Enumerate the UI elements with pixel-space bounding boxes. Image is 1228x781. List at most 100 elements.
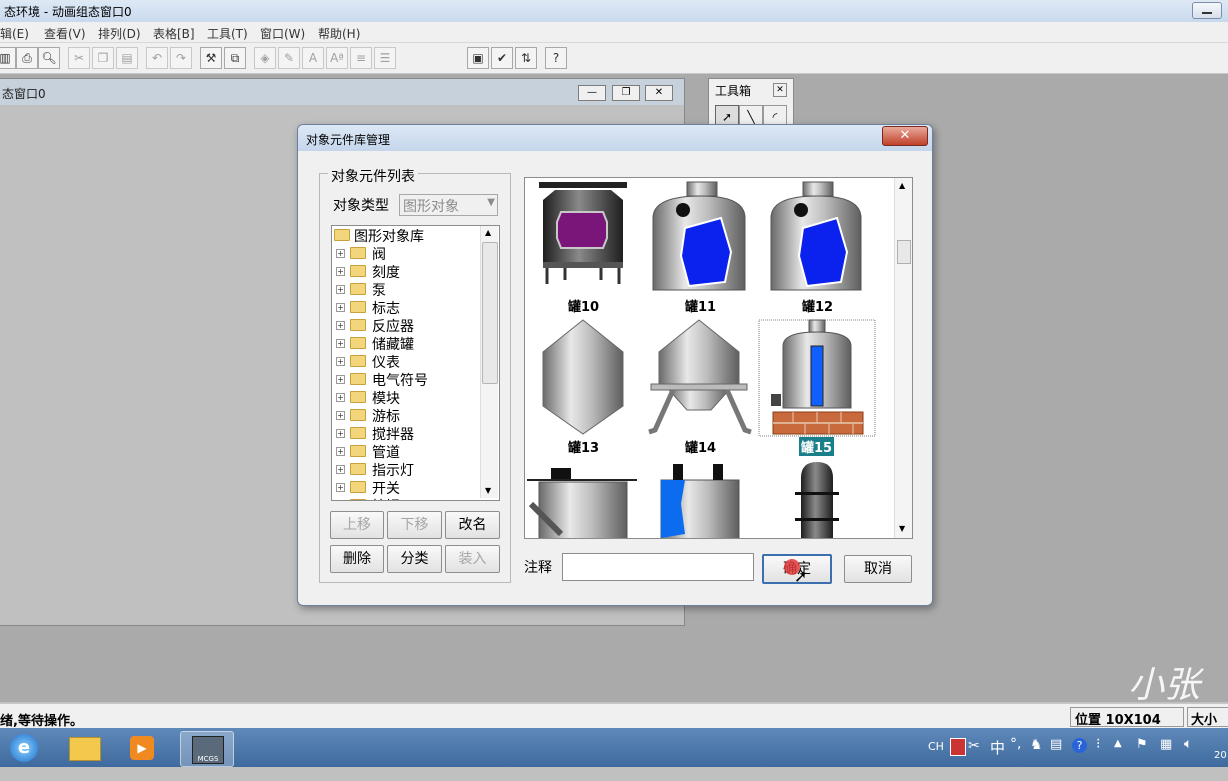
sort-icon[interactable]: ⇅ xyxy=(515,47,537,69)
minimize-button[interactable] xyxy=(1192,2,1222,19)
expand-icon[interactable]: + xyxy=(336,429,345,438)
tree-scroll-thumb[interactable] xyxy=(482,242,498,384)
tree-item[interactable]: + 管道 xyxy=(332,442,482,461)
ime-help-icon[interactable]: ? xyxy=(1072,738,1087,753)
line-style-icon[interactable]: ≡ xyxy=(350,47,372,69)
fill-icon[interactable]: ◈ xyxy=(254,47,276,69)
tree-item[interactable]: + 电气符号 xyxy=(332,370,482,389)
scroll-down-icon[interactable]: ▼ xyxy=(485,486,491,495)
expand-icon[interactable]: + xyxy=(336,483,345,492)
line-width-icon[interactable]: ☰ xyxy=(374,47,396,69)
cut-icon[interactable]: ✂ xyxy=(68,47,90,69)
object-type-select[interactable]: 图形对象 ▼ xyxy=(399,194,498,216)
copy-icon[interactable]: ❐ xyxy=(92,47,114,69)
tank10-icon[interactable] xyxy=(539,182,627,284)
ime-settings-icon[interactable]: ✂ xyxy=(968,738,980,754)
tree-item[interactable]: + 泵 xyxy=(332,280,482,299)
help-icon[interactable]: ? xyxy=(545,47,567,69)
scroll-down-icon[interactable]: ▼ xyxy=(899,524,905,533)
tank14-icon[interactable] xyxy=(648,319,752,435)
scroll-up-icon[interactable]: ▲ xyxy=(485,228,491,237)
window-icon[interactable]: ⧉ xyxy=(224,47,246,69)
punctuation-icon[interactable]: °, xyxy=(1010,736,1021,752)
expand-icon[interactable]: + xyxy=(336,321,345,330)
network-icon[interactable]: ▦ xyxy=(1160,737,1172,752)
tree-item[interactable]: + 仪表 xyxy=(332,352,482,371)
expand-icon[interactable]: + xyxy=(336,285,345,294)
paste-icon[interactable]: ▤ xyxy=(116,47,138,69)
classify-button[interactable]: 分类 xyxy=(387,545,442,573)
tank16-icon[interactable] xyxy=(527,468,637,538)
menu-window[interactable]: 窗口(W) xyxy=(260,25,305,42)
print-preview-icon[interactable]: 🔍︎ xyxy=(38,47,60,69)
print-icon[interactable]: ⎙ xyxy=(16,47,38,69)
clock[interactable]: 20 xyxy=(1214,750,1227,761)
tree-item[interactable]: + 储藏罐 xyxy=(332,334,482,353)
expand-icon[interactable]: + xyxy=(336,375,345,384)
tree-item[interactable]: + 刻度 xyxy=(332,262,482,281)
expand-icon[interactable]: + xyxy=(336,249,345,258)
dialog-close-button[interactable]: ✕ xyxy=(882,126,928,146)
mcgs-taskbar-button[interactable]: MCGS xyxy=(180,731,234,767)
language-indicator[interactable]: CH xyxy=(928,740,944,753)
tank15-icon[interactable] xyxy=(758,319,876,437)
tank11-icon[interactable] xyxy=(652,181,746,291)
properties-icon[interactable]: ▣ xyxy=(467,47,489,69)
softkbd-icon[interactable]: ▤ xyxy=(1050,737,1062,752)
library-tree[interactable]: 图形对象库 + 阀 + 刻度 + 泵 + 标志 + 反应器 + 储藏罐 + 仪表 + 电气符号 … xyxy=(331,225,500,501)
child-close-button[interactable]: ✕ xyxy=(645,85,673,101)
tree-item[interactable]: + 指示灯 xyxy=(332,460,482,479)
font-icon[interactable]: Aª xyxy=(326,47,348,69)
tree-item[interactable]: + 搅拌器 xyxy=(332,424,482,443)
tree-item[interactable]: + 开关 xyxy=(332,478,482,497)
tree-item[interactable]: + 阀 xyxy=(332,244,482,263)
expand-icon[interactable]: + xyxy=(336,267,345,276)
gallery-scrollbar[interactable]: ▲ ▼ xyxy=(894,178,912,538)
menu-edit[interactable]: 辑(E) xyxy=(0,25,29,42)
tank18-icon[interactable] xyxy=(795,462,839,538)
expand-icon[interactable]: + xyxy=(336,303,345,312)
undo-icon[interactable]: ↶ xyxy=(146,47,168,69)
expand-icon[interactable]: + xyxy=(336,447,345,456)
move-up-button[interactable]: 上移 xyxy=(330,511,384,539)
object-gallery[interactable]: 罐10 罐11 罐12 罐13 罐14 罐15 ▲ ▼ xyxy=(524,177,913,539)
menu-table[interactable]: 表格[B] xyxy=(153,25,195,42)
tree-item[interactable]: + 反应器 xyxy=(332,316,482,335)
tank13-icon[interactable] xyxy=(542,319,624,435)
open-icon[interactable]: ▥ xyxy=(0,47,16,69)
check-icon[interactable]: ✔ xyxy=(491,47,513,69)
explorer-taskbar-button[interactable] xyxy=(57,731,109,765)
load-button[interactable]: 装入 xyxy=(445,545,500,573)
tree-root[interactable]: 图形对象库 xyxy=(332,226,482,245)
gallery-scroll-thumb[interactable] xyxy=(897,240,911,264)
keyboard-icon[interactable] xyxy=(950,738,966,756)
ime-menu-icon[interactable]: ⁝ xyxy=(1096,736,1100,752)
ime-mode[interactable]: 中 xyxy=(990,737,1005,758)
tools-icon[interactable]: ⚒ xyxy=(200,47,222,69)
line-color-icon[interactable]: ✎ xyxy=(278,47,300,69)
ie-taskbar-button[interactable]: e xyxy=(0,731,52,765)
tray-expand-icon[interactable]: ▲ xyxy=(1114,738,1122,749)
volume-icon[interactable]: 🔈︎ xyxy=(1184,736,1192,752)
delete-button[interactable]: 删除 xyxy=(330,545,384,573)
tree-item[interactable]: +按钮 xyxy=(332,496,482,500)
expand-icon[interactable]: + xyxy=(336,411,345,420)
tree-scrollbar[interactable]: ▲ ▼ xyxy=(480,226,498,498)
text-color-icon[interactable]: A xyxy=(302,47,324,69)
media-player-taskbar-button[interactable]: ▶ xyxy=(116,731,168,765)
expand-icon[interactable]: + xyxy=(336,339,345,348)
expand-icon[interactable]: + xyxy=(336,357,345,366)
expand-icon[interactable]: + xyxy=(336,393,345,402)
redo-icon[interactable]: ↷ xyxy=(170,47,192,69)
tree-item[interactable]: + 模块 xyxy=(332,388,482,407)
tree-item[interactable]: + 游标 xyxy=(332,406,482,425)
child-minimize-button[interactable]: — xyxy=(578,85,606,101)
toolbox-close-button[interactable]: ✕ xyxy=(773,83,787,97)
tank17-icon[interactable] xyxy=(660,464,740,538)
rename-button[interactable]: 改名 xyxy=(445,511,500,539)
child-restore-button[interactable]: ❐ xyxy=(612,85,640,101)
tree-item[interactable]: + 标志 xyxy=(332,298,482,317)
skin-icon[interactable]: ♞ xyxy=(1030,737,1043,753)
ok-button[interactable]: 确定 ➚ xyxy=(762,554,832,586)
menu-view[interactable]: 查看(V) xyxy=(44,25,86,42)
